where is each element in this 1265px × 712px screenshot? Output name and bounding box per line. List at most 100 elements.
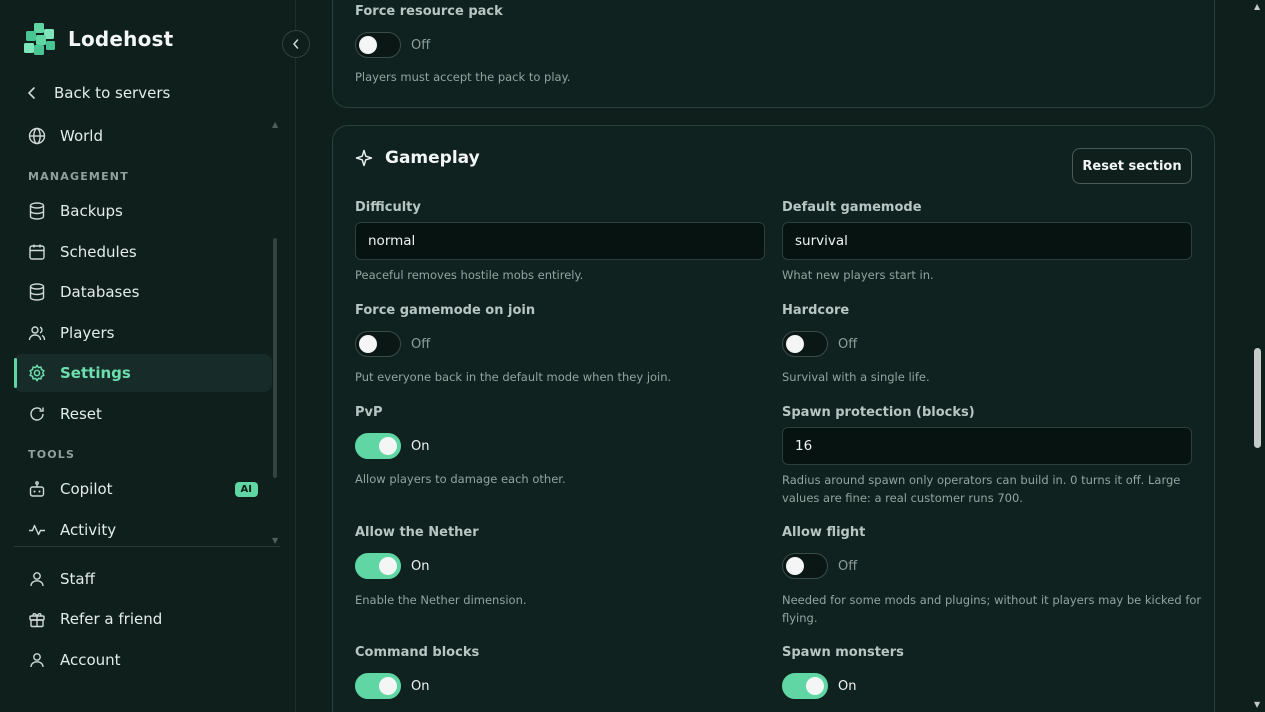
spawn-monsters-label: Spawn monsters: [782, 645, 904, 660]
gameplay-card: Gameplay Reset section Difficulty normal…: [332, 125, 1215, 712]
sidebar-item-label: Databases: [60, 283, 140, 301]
toggle-state: On: [838, 678, 857, 694]
toggle-state: Off: [838, 558, 858, 574]
sidebar-item-label: Schedules: [60, 243, 137, 261]
scroll-down-icon[interactable]: ▼: [1254, 700, 1260, 709]
spawn-protection-help-line-2: values are fine: a real customer runs 70…: [782, 491, 1023, 505]
hardcore-toggle[interactable]: Off: [782, 331, 857, 357]
default-gamemode-label: Default gamemode: [782, 200, 922, 215]
command-blocks-toggle[interactable]: On: [355, 673, 429, 699]
sidebar-item-label: Settings: [60, 364, 131, 382]
toggle-switch[interactable]: [782, 331, 828, 357]
sidebar-scroll-up-icon[interactable]: ▲: [272, 120, 278, 129]
sparkle-icon: [355, 149, 373, 167]
sidebar-item-databases[interactable]: Databases: [14, 273, 272, 311]
tools-section-label: TOOLS: [28, 448, 76, 461]
refresh-icon: [28, 405, 46, 423]
toggle-state: On: [411, 678, 430, 694]
sidebar-item-label: Players: [60, 324, 115, 342]
toggle-state: On: [411, 558, 430, 574]
allow-flight-help-line-2: flying.: [782, 611, 818, 625]
pvp-toggle[interactable]: On: [355, 433, 429, 459]
lodehost-logo-icon: [24, 23, 55, 55]
difficulty-select[interactable]: normal: [355, 222, 765, 260]
gameplay-title-text: Gameplay: [385, 148, 480, 168]
force-gamemode-toggle[interactable]: Off: [355, 331, 430, 357]
gift-icon: [28, 610, 46, 628]
management-section-label: MANAGEMENT: [28, 170, 129, 183]
chevron-left-icon: [293, 39, 299, 49]
sidebar-item-label: Backups: [60, 202, 123, 220]
pvp-help: Allow players to damage each other.: [355, 472, 566, 486]
pvp-label: PvP: [355, 405, 383, 420]
sidebar-item-reset[interactable]: Reset: [14, 395, 272, 433]
spawn-protection-input[interactable]: 16: [782, 427, 1192, 465]
activity-icon: [28, 521, 46, 539]
robot-icon: [28, 480, 46, 498]
sidebar: Lodehost Back to servers World ▲ MANAGEM…: [0, 0, 296, 712]
force-gamemode-help: Put everyone back in the default mode wh…: [355, 370, 672, 384]
toggle-switch[interactable]: [355, 433, 401, 459]
toggle-switch[interactable]: [782, 553, 828, 579]
chevron-left-icon: [26, 84, 38, 102]
toggle-state: Off: [838, 336, 858, 352]
difficulty-label: Difficulty: [355, 200, 421, 215]
scroll-up-icon[interactable]: ▲: [1254, 2, 1260, 11]
force-resource-pack-help: Players must accept the pack to play.: [355, 70, 571, 84]
user-icon: [28, 651, 46, 669]
sidebar-item-label: Account: [60, 651, 121, 669]
resource-pack-card: Force resource pack Off Players must acc…: [332, 0, 1215, 108]
sidebar-scroll-down-icon[interactable]: ▼: [272, 536, 278, 545]
sidebar-scrollbar[interactable]: [273, 238, 277, 478]
sidebar-item-world[interactable]: World: [14, 117, 272, 155]
sidebar-item-label: Staff: [60, 570, 95, 588]
allow-nether-label: Allow the Nether: [355, 525, 479, 540]
toggle-switch[interactable]: [355, 331, 401, 357]
collapse-sidebar-button[interactable]: [282, 30, 310, 58]
sidebar-item-copilot[interactable]: Copilot AI: [14, 470, 272, 508]
spawn-protection-label: Spawn protection (blocks): [782, 405, 975, 420]
sidebar-item-schedules[interactable]: Schedules: [14, 233, 272, 271]
toggle-state: Off: [411, 336, 431, 352]
main-content: Force resource pack Off Players must acc…: [296, 0, 1251, 712]
allow-nether-help: Enable the Nether dimension.: [355, 593, 527, 607]
toggle-state: Off: [411, 37, 431, 53]
toggle-switch[interactable]: [782, 673, 828, 699]
reset-section-button[interactable]: Reset section: [1072, 148, 1192, 184]
sidebar-item-staff[interactable]: Staff: [14, 560, 272, 598]
command-blocks-label: Command blocks: [355, 645, 480, 660]
default-gamemode-select[interactable]: survival: [782, 222, 1192, 260]
allow-nether-toggle[interactable]: On: [355, 553, 429, 579]
sidebar-item-label: Activity: [60, 521, 117, 539]
sidebar-item-settings[interactable]: Settings: [14, 354, 272, 392]
page-scrollbar-thumb[interactable]: [1254, 348, 1261, 448]
spawn-monsters-toggle[interactable]: On: [782, 673, 856, 699]
allow-flight-help-line-1: Needed for some mods and plugins; withou…: [782, 593, 1202, 607]
ai-badge: AI: [234, 481, 258, 497]
hardcore-label: Hardcore: [782, 303, 850, 318]
sidebar-item-players[interactable]: Players: [14, 314, 272, 352]
page-scrollbar[interactable]: ▲ ▼: [1251, 0, 1265, 712]
sidebar-divider: [14, 546, 280, 547]
brand[interactable]: Lodehost: [22, 20, 173, 58]
sidebar-item-label: Refer a friend: [60, 610, 163, 628]
sidebar-item-refer[interactable]: Refer a friend: [14, 600, 272, 638]
spawn-protection-help-line-1: Radius around spawn only operators can b…: [782, 473, 1181, 487]
sidebar-item-backups[interactable]: Backups: [14, 192, 272, 230]
toggle-switch[interactable]: [355, 673, 401, 699]
back-to-servers-link[interactable]: Back to servers: [14, 74, 272, 112]
sidebar-item-account[interactable]: Account: [14, 641, 272, 679]
force-gamemode-label: Force gamemode on join: [355, 303, 536, 318]
allow-flight-label: Allow flight: [782, 525, 866, 540]
database-icon: [28, 202, 46, 220]
force-resource-pack-toggle[interactable]: Off: [355, 32, 430, 58]
difficulty-help: Peaceful removes hostile mobs entirely.: [355, 268, 584, 282]
hardcore-help: Survival with a single life.: [782, 370, 930, 384]
toggle-switch[interactable]: [355, 553, 401, 579]
gameplay-title: Gameplay: [355, 148, 480, 168]
back-label: Back to servers: [54, 84, 171, 102]
sidebar-item-activity[interactable]: Activity: [14, 511, 272, 549]
toggle-switch[interactable]: [355, 32, 401, 58]
gear-icon: [28, 364, 46, 382]
allow-flight-toggle[interactable]: Off: [782, 553, 857, 579]
